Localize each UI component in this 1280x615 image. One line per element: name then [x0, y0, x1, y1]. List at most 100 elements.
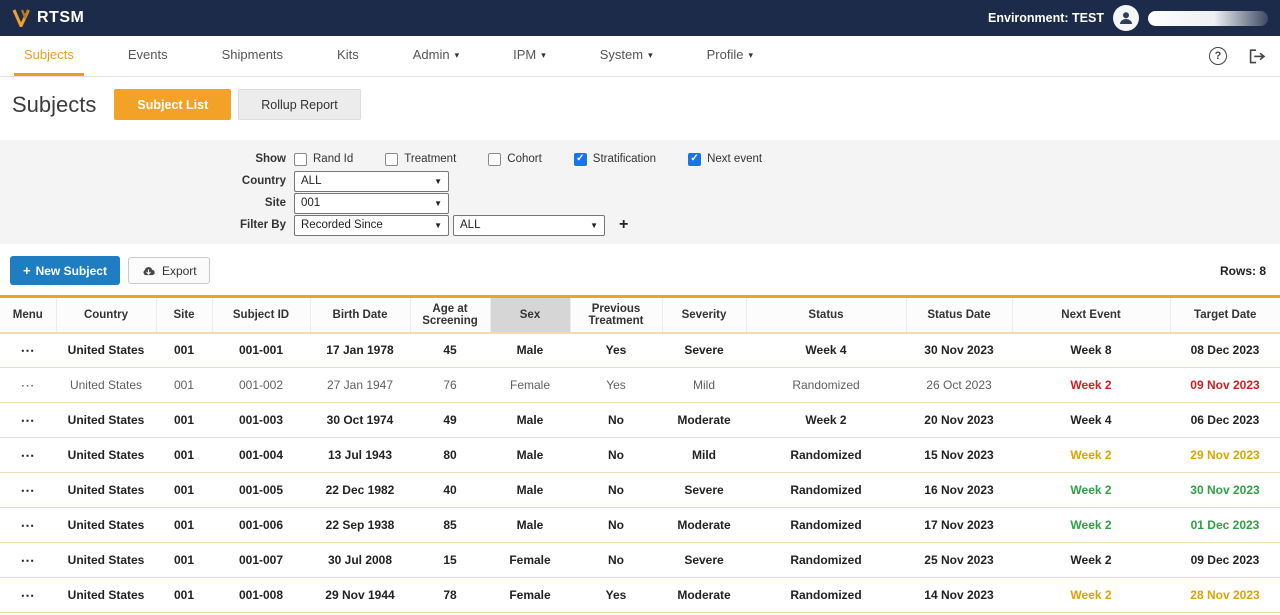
nav-item-admin[interactable]: Admin ▾ [403, 36, 469, 76]
cell-country: United States [56, 438, 156, 473]
row-menu-button[interactable]: ⋯ [0, 368, 56, 403]
cell-status: Randomized [746, 368, 906, 403]
action-row: + New Subject Export Rows: 8 [0, 244, 1280, 285]
cell-status-date: 30 Nov 2023 [906, 333, 1012, 368]
cell-severity: Severe [662, 473, 746, 508]
cell-target-date: 30 Nov 2023 [1170, 473, 1280, 508]
nav-icons: ? [1209, 36, 1266, 76]
column-header-country[interactable]: Country [56, 297, 156, 333]
row-menu-button[interactable]: ⋯ [0, 438, 56, 473]
cell-severity: Severe [662, 543, 746, 578]
cell-country: United States [56, 543, 156, 578]
checkbox-cohort[interactable]: Cohort [488, 153, 542, 166]
cell-age-at-screening: 78 [410, 578, 490, 613]
cell-sex: Female [490, 543, 570, 578]
cell-age-at-screening: 49 [410, 403, 490, 438]
filter-by-label: Filter By [0, 219, 294, 231]
cell-status-date: 17 Nov 2023 [906, 508, 1012, 543]
column-header-menu[interactable]: Menu [0, 297, 56, 333]
table-body: ⋯ United States 001 001-001 17 Jan 1978 … [0, 333, 1280, 613]
checkbox-label: Rand Id [313, 153, 353, 165]
country-select[interactable]: ALL ▼ [294, 171, 449, 192]
export-button[interactable]: Export [128, 257, 210, 284]
nav-item-label: System [600, 47, 643, 62]
column-header-age-at-screening[interactable]: Age at Screening [410, 297, 490, 333]
filter-by-secondary-select[interactable]: ALL ▼ [453, 215, 605, 236]
filter-by-secondary-value: ALL [460, 219, 480, 231]
site-label: Site [0, 197, 294, 209]
select-caret-icon: ▼ [590, 221, 598, 230]
add-filter-button[interactable]: + [619, 217, 628, 233]
cell-previous-treatment: Yes [570, 578, 662, 613]
row-menu-button[interactable]: ⋯ [0, 403, 56, 438]
cell-severity: Mild [662, 438, 746, 473]
nav-item-shipments[interactable]: Shipments [212, 36, 293, 76]
help-icon[interactable]: ? [1209, 47, 1227, 65]
avatar[interactable] [1113, 5, 1139, 31]
nav-tabs: Subjects Events Shipments Kits Admin ▾ I… [14, 36, 797, 76]
nav-item-system[interactable]: System ▾ [590, 36, 663, 76]
column-header-site[interactable]: Site [156, 297, 212, 333]
cell-previous-treatment: No [570, 543, 662, 578]
checkbox-box [294, 153, 307, 166]
column-header-previous-treatment[interactable]: Previous Treatment [570, 297, 662, 333]
site-select[interactable]: 001 ▼ [294, 193, 449, 214]
table-row: ⋯ United States 001 001-006 22 Sep 1938 … [0, 508, 1280, 543]
nav-item-events[interactable]: Events [118, 36, 178, 76]
cell-sex: Male [490, 333, 570, 368]
column-header-birth-date[interactable]: Birth Date [310, 297, 410, 333]
nav-item-label: Kits [337, 47, 359, 62]
cell-sex: Female [490, 578, 570, 613]
select-caret-icon: ▼ [434, 199, 442, 208]
checkbox-label: Stratification [593, 153, 656, 165]
checkbox-label: Next event [707, 153, 762, 165]
checkbox-rand-id[interactable]: Rand Id [294, 153, 353, 166]
column-header-next-event[interactable]: Next Event [1012, 297, 1170, 333]
cell-previous-treatment: No [570, 438, 662, 473]
row-menu-button[interactable]: ⋯ [0, 508, 56, 543]
column-header-status[interactable]: Status [746, 297, 906, 333]
nav-item-profile[interactable]: Profile ▾ [697, 36, 763, 76]
cell-birth-date: 13 Jul 1943 [310, 438, 410, 473]
filter-by-select[interactable]: Recorded Since ▼ [294, 215, 449, 236]
column-header-severity[interactable]: Severity [662, 297, 746, 333]
page-tab-subject-list[interactable]: Subject List [114, 89, 231, 120]
cell-site: 001 [156, 543, 212, 578]
row-menu-button[interactable]: ⋯ [0, 473, 56, 508]
cell-status: Week 4 [746, 333, 906, 368]
checkbox-stratification[interactable]: ✓ Stratification [574, 153, 656, 166]
select-caret-icon: ▼ [434, 221, 442, 230]
cell-target-date: 29 Nov 2023 [1170, 438, 1280, 473]
show-checkbox-group: Rand Id Treatment Cohort ✓ Stratificatio… [294, 153, 762, 166]
row-menu-button[interactable]: ⋯ [0, 578, 56, 613]
column-header-target-date[interactable]: Target Date [1170, 297, 1280, 333]
nav-item-label: Subjects [24, 47, 74, 62]
column-header-subject-id[interactable]: Subject ID [212, 297, 310, 333]
cell-age-at-screening: 45 [410, 333, 490, 368]
new-subject-button[interactable]: + New Subject [10, 256, 120, 285]
checkbox-treatment[interactable]: Treatment [385, 153, 456, 166]
row-menu-button[interactable]: ⋯ [0, 543, 56, 578]
checkbox-box: ✓ [688, 153, 701, 166]
column-header-sex[interactable]: Sex [490, 297, 570, 333]
cell-severity: Moderate [662, 508, 746, 543]
cell-status: Randomized [746, 508, 906, 543]
page-tab-rollup-report[interactable]: Rollup Report [238, 89, 360, 120]
cell-age-at-screening: 40 [410, 473, 490, 508]
column-header-status-date[interactable]: Status Date [906, 297, 1012, 333]
checkbox-label: Cohort [507, 153, 542, 165]
nav-item-ipm[interactable]: IPM ▾ [503, 36, 556, 76]
page-title: Subjects [12, 92, 96, 118]
cell-status: Randomized [746, 543, 906, 578]
brand-logo-icon [12, 9, 34, 27]
nav-item-label: Shipments [222, 47, 283, 62]
checkbox-next-event[interactable]: ✓ Next event [688, 153, 762, 166]
nav-item-kits[interactable]: Kits [327, 36, 369, 76]
cell-country: United States [56, 578, 156, 613]
nav-item-subjects[interactable]: Subjects [14, 36, 84, 76]
row-menu-button[interactable]: ⋯ [0, 333, 56, 368]
nav-item-label: Events [128, 47, 168, 62]
cell-target-date: 06 Dec 2023 [1170, 403, 1280, 438]
logout-icon[interactable] [1249, 49, 1266, 64]
country-select-value: ALL [301, 175, 321, 187]
